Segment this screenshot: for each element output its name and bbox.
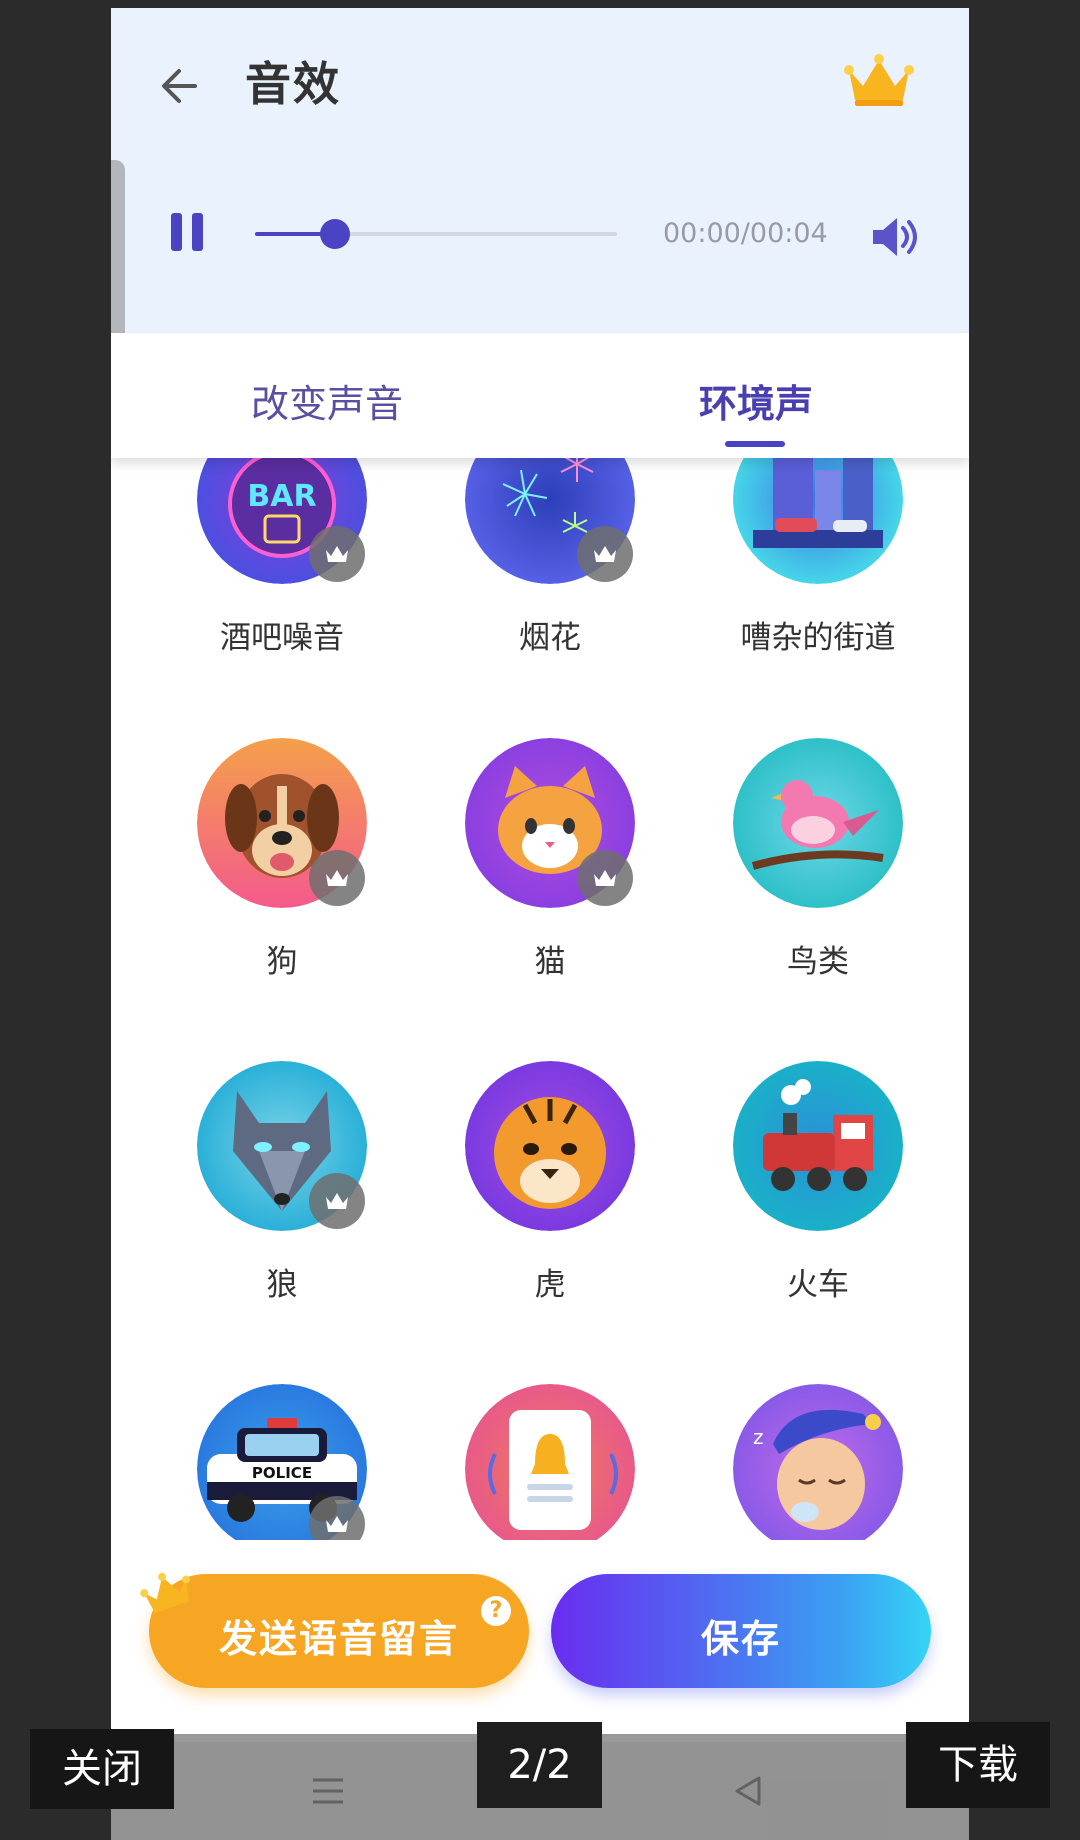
send-voice-message-button[interactable]: 发送语音留言 ?	[149, 1574, 529, 1688]
svg-text:z: z	[753, 1425, 764, 1449]
progress-slider[interactable]	[255, 219, 617, 249]
sound-label: 狼	[266, 1267, 298, 1303]
premium-crown-icon	[140, 1572, 191, 1613]
save-button[interactable]: 保存	[551, 1574, 931, 1688]
premium-lock-crown-icon	[309, 1173, 365, 1229]
train-icon	[733, 1061, 903, 1231]
sound-label: 虎	[534, 1267, 566, 1303]
premium-lock-crown-icon	[309, 1496, 365, 1540]
sound-label: 鸟类	[787, 944, 849, 980]
volume-icon[interactable]	[869, 214, 923, 260]
doorbell-icon	[465, 1384, 635, 1540]
time-readout: 00:00/00:04	[663, 218, 828, 249]
sound-label: 酒吧噪音	[220, 620, 344, 656]
sound-label: 嘈杂的街道	[740, 620, 896, 656]
sound-label: 猫	[534, 944, 566, 980]
sound-label: 火车	[787, 1267, 849, 1303]
download-button[interactable]: 下载	[906, 1722, 1050, 1808]
player-header: 音效 00:00/00:04	[111, 8, 969, 333]
premium-lock-crown-icon	[577, 850, 633, 906]
close-button[interactable]: 关闭	[30, 1729, 174, 1809]
premium-lock-crown-icon	[309, 850, 365, 906]
tab-ambient-sound[interactable]: 环境声	[699, 373, 813, 428]
help-badge-icon[interactable]: ?	[481, 1596, 511, 1626]
page-title: 音效	[245, 57, 341, 111]
pause-button[interactable]	[167, 213, 207, 253]
svg-text:BAR: BAR	[247, 479, 316, 514]
sound-label: 狗	[266, 944, 298, 980]
premium-lock-crown-icon	[309, 526, 365, 582]
tiger-icon	[465, 1061, 635, 1231]
progress-knob[interactable]	[319, 219, 350, 249]
active-tab-indicator	[725, 441, 785, 447]
premium-crown-icon[interactable]	[843, 50, 915, 110]
snoring-icon: z	[733, 1384, 903, 1540]
page-indicator: 2/2	[477, 1722, 602, 1808]
svg-text:POLICE: POLICE	[252, 1464, 312, 1482]
sound-grid: BAR 酒吧噪音 烟花 嘈杂的街道 狗 猫 鸟类 狼 虎 火车 POLICE z	[111, 458, 969, 1540]
send-voice-message-label: 发送语音留言	[218, 1617, 459, 1661]
save-label: 保存	[700, 1617, 781, 1661]
sound-label: 烟花	[519, 620, 581, 656]
city-street-icon	[733, 458, 903, 584]
premium-lock-crown-icon	[577, 526, 633, 582]
tab-change-voice[interactable]: 改变声音	[251, 373, 403, 428]
bird-icon	[733, 738, 903, 908]
app-screen: 音效 00:00/00:04 改变声音 环境声 BAR 酒吧噪音 烟花 嘈杂的街…	[111, 8, 969, 1840]
back-arrow-icon[interactable]	[151, 56, 211, 116]
tab-bar: 改变声音 环境声	[111, 333, 969, 458]
